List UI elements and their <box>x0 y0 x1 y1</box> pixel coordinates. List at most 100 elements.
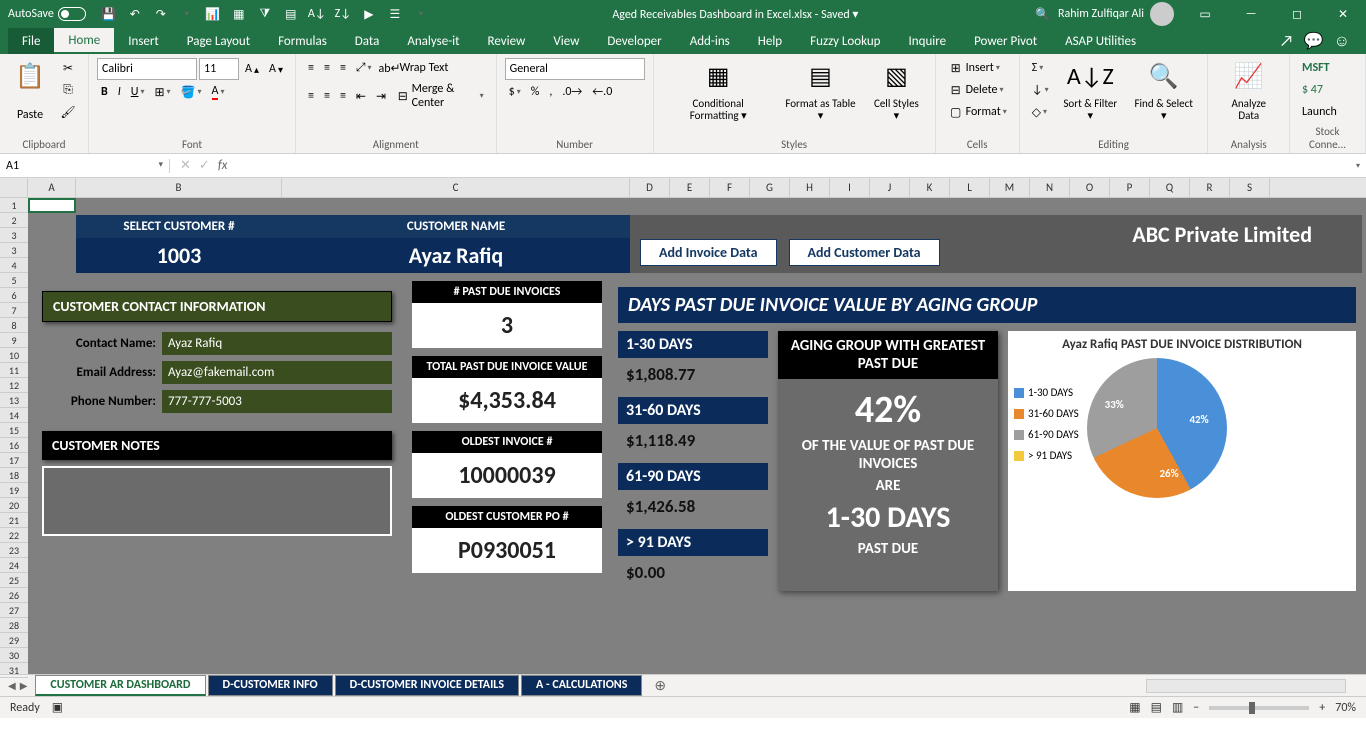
ribbon-tab-developer[interactable]: Developer <box>593 28 675 54</box>
ribbon-tab-view[interactable]: View <box>539 28 593 54</box>
cut-button[interactable]: ✂ <box>56 58 80 78</box>
column-header-G[interactable]: G <box>750 178 790 197</box>
row-header-8[interactable]: 8 <box>0 318 28 333</box>
expand-formula-icon[interactable]: ▾ <box>1350 161 1366 171</box>
column-header-O[interactable]: O <box>1070 178 1110 197</box>
qat-expand-icon[interactable]: ▾ <box>410 3 432 25</box>
underline-button[interactable]: U▾ <box>127 82 149 102</box>
column-header-B[interactable]: B <box>76 178 282 197</box>
row-header-21[interactable]: 21 <box>0 513 28 528</box>
autosum-button[interactable]: Σ▾ <box>1028 58 1053 78</box>
row-header-3[interactable]: 3 <box>0 243 28 258</box>
row-header-23[interactable]: 23 <box>0 543 28 558</box>
add-sheet-button[interactable]: ⊕ <box>644 677 676 694</box>
row-header-3[interactable]: 3 <box>0 228 28 243</box>
sheet-tab[interactable]: CUSTOMER AR DASHBOARD <box>35 675 205 696</box>
clear-button[interactable]: ◇▾ <box>1028 102 1053 122</box>
orientation-button[interactable]: ⤢▾ <box>352 58 376 78</box>
column-header-F[interactable]: F <box>710 178 750 197</box>
column-header-I[interactable]: I <box>830 178 870 197</box>
ribbon-tab-add-ins[interactable]: Add-ins <box>676 28 744 54</box>
ribbon-tab-home[interactable]: Home <box>54 28 114 54</box>
view-page-break-icon[interactable]: ▥ <box>1172 700 1183 715</box>
font-size-select[interactable] <box>199 58 239 80</box>
horizontal-scrollbar[interactable] <box>1146 679 1346 693</box>
row-header-26[interactable]: 26 <box>0 588 28 603</box>
row-header-22[interactable]: 22 <box>0 528 28 543</box>
column-header-J[interactable]: J <box>870 178 910 197</box>
row-header-11[interactable]: 11 <box>0 363 28 378</box>
row-header-4[interactable]: 4 <box>0 258 28 273</box>
align-bottom-button[interactable]: ≡ <box>336 58 350 78</box>
column-header-M[interactable]: M <box>990 178 1030 197</box>
fx-icon[interactable]: fx <box>218 158 228 173</box>
minimize-icon[interactable]: — <box>1228 0 1274 28</box>
column-header-N[interactable]: N <box>1030 178 1070 197</box>
merge-center-button[interactable]: ⊟Merge & Center▾ <box>392 80 488 112</box>
column-header-C[interactable]: C <box>282 178 630 197</box>
undo-icon[interactable]: ↶ <box>124 3 146 25</box>
help-icon[interactable]: ☺ <box>1334 32 1350 51</box>
funnel-icon[interactable]: ⧩ <box>254 3 276 25</box>
stock-launch-button[interactable]: Launch <box>1298 102 1341 122</box>
ribbon-tab-help[interactable]: Help <box>744 28 796 54</box>
macro-record-icon[interactable]: ▣ <box>52 700 63 715</box>
comments-icon[interactable]: 💬 <box>1304 31 1324 51</box>
row-header-18[interactable]: 18 <box>0 468 28 483</box>
analyze-data-button[interactable]: 📈Analyze Data <box>1216 58 1281 124</box>
close-icon[interactable]: ✕ <box>1320 0 1366 28</box>
ribbon-tab-inquire[interactable]: Inquire <box>895 28 961 54</box>
delete-cells-button[interactable]: ⊟Delete▾ <box>944 80 1008 100</box>
row-header-9[interactable]: 9 <box>0 333 28 348</box>
increase-font-button[interactable]: A▴ <box>241 59 263 79</box>
tab-scroll-left-icon[interactable]: ◀ <box>8 679 16 692</box>
column-header-D[interactable]: D <box>630 178 670 197</box>
currency-button[interactable]: $▾ <box>505 82 525 102</box>
add-invoice-button[interactable]: Add Invoice Data <box>640 239 777 266</box>
insert-cells-button[interactable]: ⊞Insert▾ <box>944 58 1004 78</box>
indent-dec-button[interactable]: ⇤ <box>352 86 370 106</box>
share-icon[interactable]: ↗ <box>1280 32 1294 51</box>
autosave-toggle[interactable]: AutoSave <box>0 7 94 21</box>
column-header-E[interactable]: E <box>670 178 710 197</box>
copy-button[interactable]: ⎘ <box>56 80 80 100</box>
column-header-R[interactable]: R <box>1190 178 1230 197</box>
qat-more-icon[interactable]: ▾ <box>176 3 198 25</box>
number-format-select[interactable] <box>505 58 645 80</box>
sheet-tab[interactable]: D-CUSTOMER INVOICE DETAILS <box>335 675 519 696</box>
zoom-slider[interactable] <box>1209 706 1309 710</box>
italic-button[interactable]: I <box>114 82 125 102</box>
fill-color-button[interactable]: 🪣▾ <box>177 82 206 102</box>
ribbon-tab-insert[interactable]: Insert <box>114 28 173 54</box>
bold-button[interactable]: B <box>97 82 112 102</box>
freeze-icon[interactable]: ▤ <box>280 3 302 25</box>
font-select[interactable] <box>97 58 197 80</box>
cell-selection[interactable] <box>28 198 76 213</box>
row-header-15[interactable]: 15 <box>0 423 28 438</box>
align-center-button[interactable]: ≡ <box>320 86 334 106</box>
align-middle-button[interactable]: ≡ <box>320 58 334 78</box>
column-header-S[interactable]: S <box>1230 178 1270 197</box>
chart-icon[interactable]: 📊 <box>202 3 224 25</box>
cell-styles-button[interactable]: ▧Cell Styles ▾ <box>866 58 926 124</box>
tab-scroll-right-icon[interactable]: ▶ <box>20 679 28 692</box>
ribbon-tab-fuzzy-lookup[interactable]: Fuzzy Lookup <box>796 28 894 54</box>
format-cells-button[interactable]: ▢Format▾ <box>944 102 1011 122</box>
row-header-12[interactable]: 12 <box>0 378 28 393</box>
font-color-button[interactable]: A▾ <box>208 82 229 102</box>
sort-asc-icon[interactable]: A↓ <box>306 3 328 25</box>
row-header-28[interactable]: 28 <box>0 618 28 633</box>
ribbon-tab-analyse-it[interactable]: Analyse-it <box>393 28 473 54</box>
column-header-L[interactable]: L <box>950 178 990 197</box>
view-page-layout-icon[interactable]: ▤ <box>1151 700 1162 715</box>
row-header-31[interactable]: 31 <box>0 663 28 678</box>
column-header-Q[interactable]: Q <box>1150 178 1190 197</box>
ribbon-tab-file[interactable]: File <box>8 28 54 54</box>
row-header-29[interactable]: 29 <box>0 633 28 648</box>
row-header-24[interactable]: 24 <box>0 558 28 573</box>
name-box[interactable]: A1 <box>0 159 170 173</box>
row-header-25[interactable]: 25 <box>0 573 28 588</box>
comma-button[interactable]: , <box>545 82 556 102</box>
indent-inc-button[interactable]: ⇥ <box>372 86 390 106</box>
row-header-5[interactable]: 5 <box>0 273 28 288</box>
